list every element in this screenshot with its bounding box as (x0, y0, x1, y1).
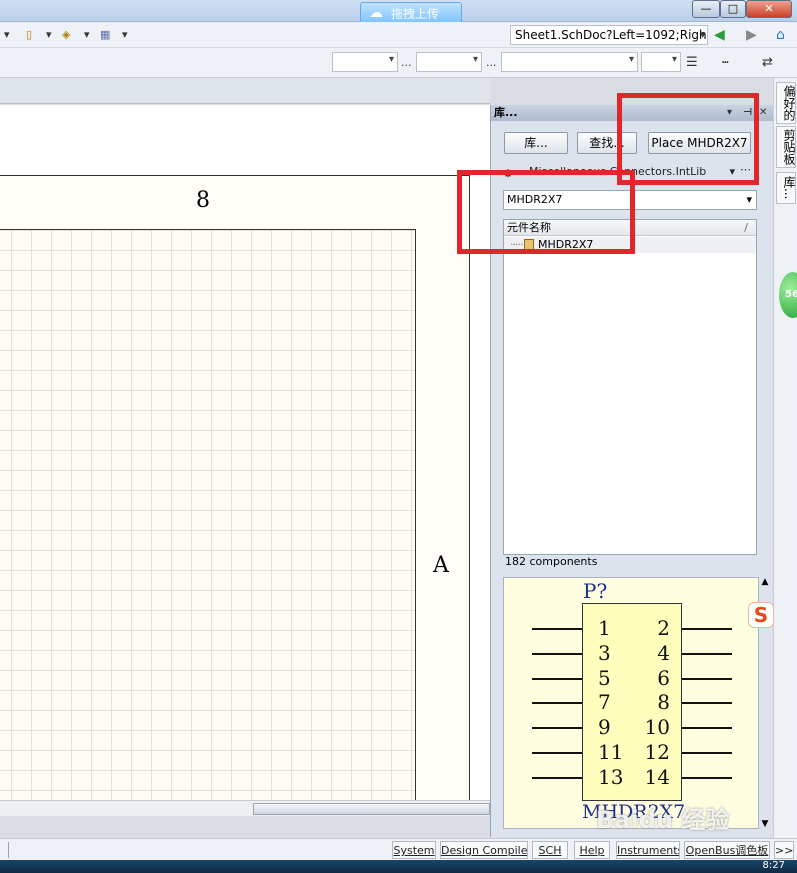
dropdown-arrow-icon[interactable]: ▾ (122, 26, 128, 44)
filter-dropdown-icon[interactable]: ▾ (746, 191, 752, 209)
pin-line-left (532, 652, 582, 655)
tab-libraries[interactable]: 库... (776, 172, 796, 204)
document-tab-strip (0, 78, 490, 104)
status-more-button[interactable]: >> (774, 841, 794, 859)
zone-row-label: A (433, 553, 449, 578)
status-button-instruments[interactable]: Instruments (616, 841, 680, 859)
pin-number-left: 9 (598, 715, 611, 740)
home-icon[interactable]: ⌂ (776, 26, 785, 44)
address-dropdown-icon[interactable]: ▾ (700, 26, 706, 44)
combo-box[interactable] (501, 52, 638, 72)
panel-title: 库... (494, 106, 518, 119)
side-panel-tabs: 偏好的 剪贴板 库... (773, 78, 797, 838)
pin-number-left: 11 (598, 740, 624, 764)
pin-number-left: 13 (598, 764, 624, 789)
status-button-design-compiler[interactable]: Design Compiler (440, 841, 528, 859)
pin-line-right (682, 702, 732, 705)
component-preview: P? 1 3 5 7 9 11 13 2 4 6 8 10 12 14 MHDR2X7 (503, 577, 759, 829)
highlight-box-filter (457, 170, 635, 254)
scroll-down-icon[interactable]: ▼ (759, 819, 771, 829)
tab-clipboard[interactable]: 剪贴板 (776, 126, 796, 168)
combo-box[interactable] (332, 52, 398, 72)
upload-button[interactable]: ☁ 拖拽上传 (360, 2, 462, 24)
pin-line-left (532, 677, 582, 680)
component-count: 182 components (505, 555, 598, 568)
dropdown-arrow-icon[interactable]: ▾ (46, 26, 52, 44)
horizontal-scrollbar[interactable] (0, 800, 490, 816)
status-button-openbus[interactable]: OpenBus调色板 (684, 841, 770, 859)
status-button-help[interactable]: Help (574, 841, 610, 859)
highlight-box-place-button (617, 93, 759, 185)
main-toolbar: ▾ ▯ ▾ ◈ ▾ ▦ ▾ Sheet1.SchDoc?Left=1092;Ri… (0, 22, 797, 48)
panel-close-icon[interactable]: ✕ (759, 105, 767, 121)
pin-number-left: 1 (598, 616, 611, 640)
pin-line-right (682, 677, 732, 680)
scrollbar-thumb[interactable] (253, 803, 490, 815)
pin-number-left: 5 (598, 665, 611, 690)
diamond-icon[interactable]: ◈ (62, 26, 70, 44)
pin-line-right (682, 727, 732, 730)
secondary-toolbar: ... ... ☰ ┅ ⇄ (0, 48, 797, 78)
pin-number-right: 6 (657, 665, 670, 690)
dropdown-arrow-icon[interactable]: ▾ (4, 26, 10, 44)
back-icon[interactable]: ◀ (714, 26, 725, 44)
pin-number-right: 10 (644, 715, 670, 740)
pin-line-left (532, 752, 582, 754)
probe-icon[interactable]: ▯ (26, 26, 32, 44)
pin-line-left (532, 727, 582, 730)
input-method-icon[interactable]: S (748, 602, 774, 628)
scroll-up-icon[interactable]: ▲ (759, 577, 771, 587)
cloud-icon: ☁ (369, 5, 383, 21)
status-button-sch[interactable]: SCH (532, 841, 568, 859)
pin-number-right: 14 (644, 764, 670, 789)
libraries-button[interactable]: 库... (504, 132, 568, 154)
line-width-icon[interactable]: ┅ (722, 54, 729, 72)
close-button[interactable]: ✕ (746, 0, 792, 18)
swap-icon[interactable]: ⇄ (762, 54, 773, 72)
schematic-canvas[interactable] (0, 105, 490, 815)
combo-box[interactable] (416, 52, 482, 72)
status-bar: System Design Compiler SCH Help Instrume… (0, 838, 797, 860)
more-icon[interactable]: ... (401, 54, 412, 72)
maximize-button[interactable]: □ (720, 0, 746, 18)
more-icon[interactable]: ... (486, 54, 497, 72)
pin-line-left (532, 702, 582, 705)
tab-favorites[interactable]: 偏好的 (776, 82, 796, 124)
pin-line-right (682, 752, 732, 754)
pin-line-right (682, 628, 732, 630)
watermark: Baidu 经验 (596, 806, 730, 834)
clock: 8:27 (762, 860, 785, 871)
taskbar: 8:27 (0, 860, 797, 873)
pin-line-right (682, 776, 732, 779)
pins-layer: 1 3 5 7 9 11 13 2 4 6 8 10 12 14 (504, 578, 760, 830)
status-divider (8, 842, 10, 858)
sort-icon: / (744, 221, 748, 234)
pin-number-right: 2 (657, 616, 670, 640)
combo-box[interactable] (641, 52, 681, 72)
pin-line-right (682, 652, 732, 655)
address-field[interactable]: Sheet1.SchDoc?Left=1092;Right (510, 25, 708, 45)
pin-line-left (532, 776, 582, 779)
sheet-grid (0, 229, 416, 809)
dropdown-arrow-icon[interactable]: ▾ (84, 26, 90, 44)
pin-number-right: 8 (657, 690, 670, 715)
upload-button-label: 拖拽上传 (391, 6, 440, 21)
pin-number-right: 12 (644, 740, 670, 764)
pin-number-left: 3 (598, 640, 611, 665)
forward-icon[interactable]: ▶ (746, 26, 757, 44)
minimize-button[interactable]: — (692, 0, 720, 18)
line-style-icon[interactable]: ☰ (686, 54, 698, 72)
status-button-system[interactable]: System (392, 841, 436, 859)
pin-line-left (532, 628, 582, 630)
zone-column-label: 8 (196, 188, 210, 213)
grid-icon[interactable]: ▦ (100, 26, 110, 44)
pin-number-right: 4 (657, 640, 670, 665)
component-list[interactable]: 元件名称 / ····· MHDR2X7 (503, 219, 757, 555)
pin-number-left: 7 (598, 690, 611, 715)
